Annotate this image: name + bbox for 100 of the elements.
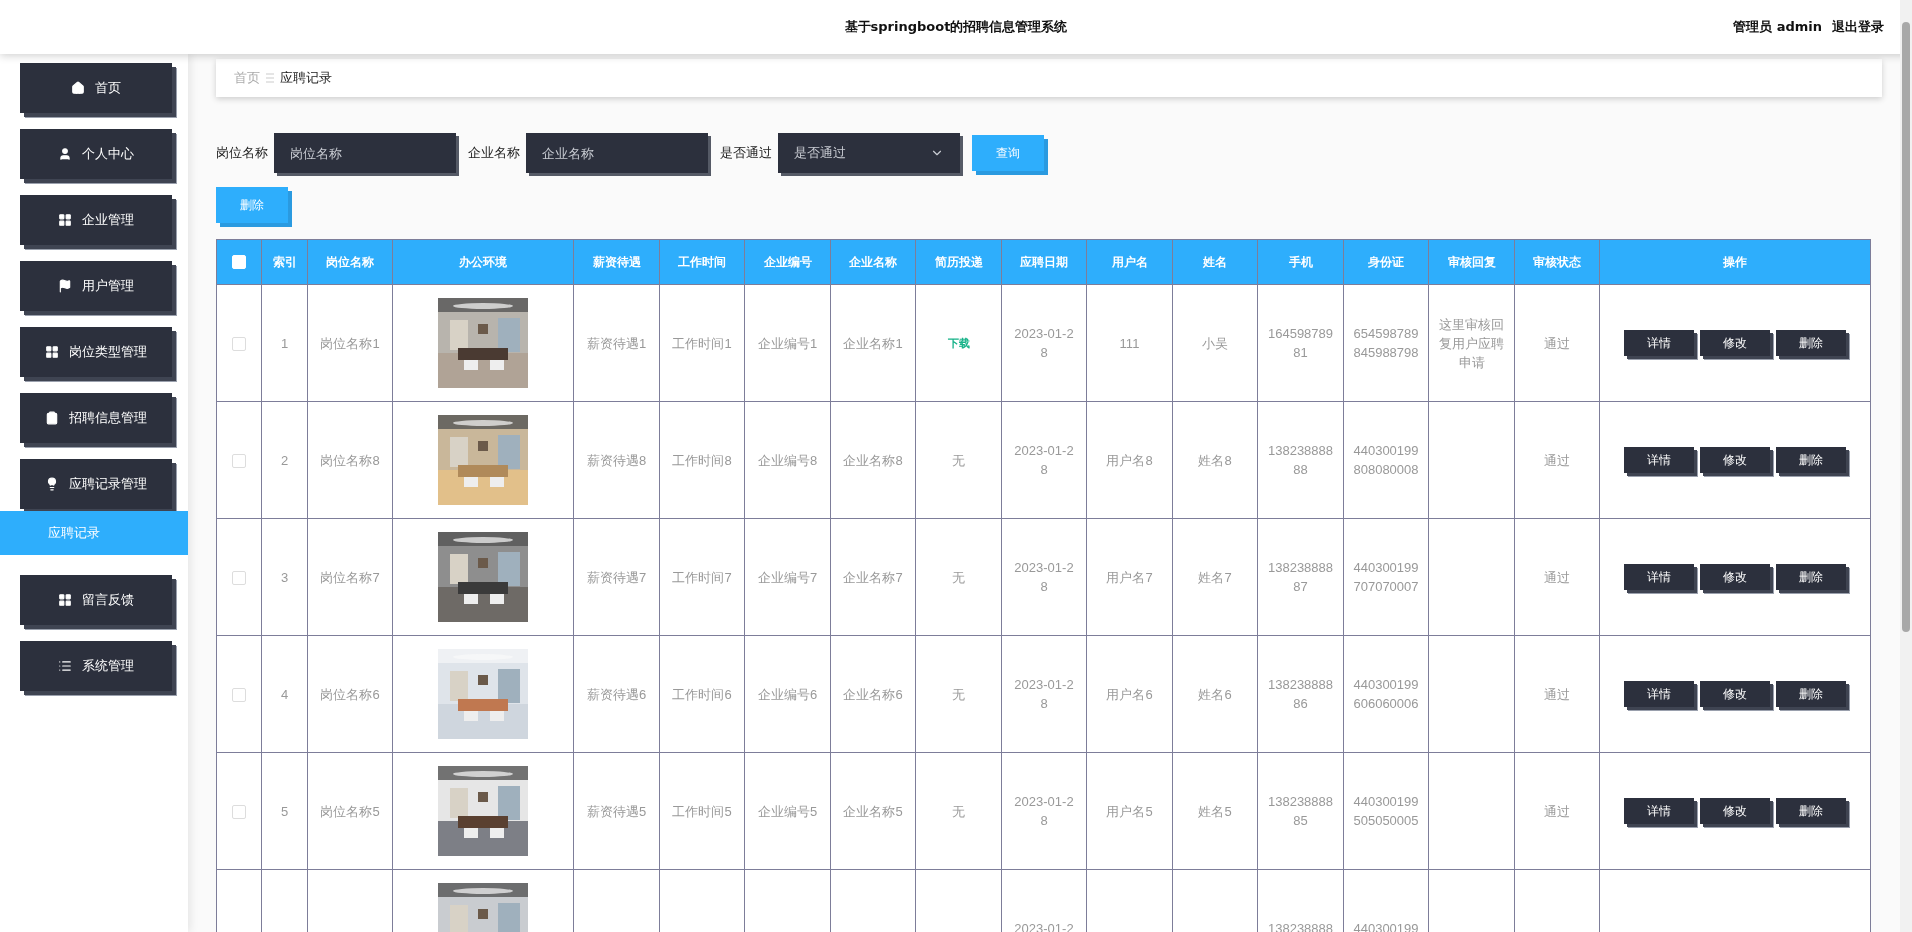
name-cell-text: 姓名5	[1198, 802, 1232, 821]
phone-cell-text: 16459878981	[1267, 325, 1334, 362]
salary-cell-text: 薪资待遇8	[586, 451, 647, 470]
id-card-cell-text: 440300199808080008	[1353, 442, 1419, 479]
name-cell-text: 小吴	[1202, 334, 1228, 353]
grid-icon	[58, 213, 72, 227]
phone-cell-text: 13823888886	[1267, 676, 1334, 713]
app-title: 基于springboot的招聘信息管理系统	[844, 18, 1068, 36]
name-cell-text: 姓名8	[1198, 451, 1232, 470]
company-name-cell-text: 企业名称8	[843, 451, 903, 470]
column-header: 岗位名称	[307, 239, 393, 285]
status-cell-text: 通过	[1544, 334, 1570, 353]
company-number-cell-text: 企业编号7	[757, 568, 818, 587]
flag-icon	[58, 279, 72, 293]
row-checkbox[interactable]	[232, 571, 246, 586]
user-icon	[58, 147, 72, 161]
resume-cell-text: 无	[952, 802, 965, 821]
salary-cell-text: 薪资待遇6	[586, 685, 647, 704]
column-header: 身份证	[1343, 239, 1429, 285]
field-label: 是否通过	[720, 144, 772, 162]
job-cell-text: 岗位名称8	[320, 451, 380, 470]
job-cell-text: 岗位名称5	[320, 802, 380, 821]
grid-icon	[58, 593, 72, 607]
column-header: 工作时间	[659, 239, 745, 285]
column-header: 索引	[261, 239, 308, 285]
name-cell-text: 姓名6	[1198, 685, 1232, 704]
phone-cell-text: 13823888888	[1267, 442, 1334, 479]
index-cell-text: 4	[280, 685, 289, 704]
name-cell-text: 姓名7	[1198, 568, 1232, 587]
company-number-cell-text: 企业编号6	[757, 685, 818, 704]
company-number-cell-text: 企业编号1	[757, 334, 818, 353]
status-cell-text: 通过	[1544, 685, 1570, 704]
date-cell-text: 2023-01-28	[1013, 676, 1075, 713]
date-cell-text: 2023-01-28	[1013, 325, 1075, 362]
date-cell-text: 2023-01-2	[1014, 919, 1074, 932]
column-header: 操作	[1599, 239, 1871, 285]
company-name-cell-text: 企业名称6	[843, 685, 903, 704]
field-label: 企业名称	[468, 144, 520, 162]
column-header: 用户名	[1086, 239, 1173, 285]
column-header: 办公环境	[392, 239, 574, 285]
column-header: 简历投递	[915, 239, 1002, 285]
salary-cell-text: 薪资待遇7	[586, 568, 647, 587]
select-all-checkbox[interactable]	[232, 255, 246, 270]
search-field[interactable]: 企业名称	[526, 133, 708, 173]
row-checkbox[interactable]	[232, 688, 246, 703]
phone-cell-text: 13823888887	[1267, 559, 1334, 596]
phone-cell-text: 13823888885	[1267, 793, 1334, 830]
index-cell-text: 5	[280, 802, 289, 821]
reply-cell-text: 这里审核回复用户应聘申请	[1438, 315, 1505, 372]
home-icon	[71, 81, 85, 95]
job-cell-text: 岗位名称1	[320, 334, 380, 353]
breadcrumb-item: 应聘记录	[280, 69, 332, 87]
work-time-cell-text: 工作时间7	[672, 568, 732, 587]
row-checkbox[interactable]	[232, 337, 246, 352]
separator-icon	[266, 73, 274, 83]
id-card-cell-text: 654598789845988798	[1353, 325, 1419, 362]
search-field[interactable]: 岗位名称	[274, 133, 456, 173]
id-card-cell-text: 440300199	[1353, 919, 1419, 932]
column-header: 应聘日期	[1001, 239, 1087, 285]
id-card-cell-text: 440300199707070007	[1353, 559, 1419, 596]
column-header: 手机	[1257, 239, 1344, 285]
salary-cell-text: 薪资待遇1	[586, 334, 647, 353]
work-time-cell-text: 工作时间6	[672, 685, 732, 704]
username-cell-text: 111	[1119, 334, 1140, 353]
work-time-cell-text: 工作时间1	[672, 334, 732, 353]
date-cell-text: 2023-01-28	[1013, 442, 1075, 479]
username-cell-text: 用户名8	[1106, 451, 1153, 470]
row-checkbox[interactable]	[232, 805, 246, 820]
id-card-cell-text: 440300199606060006	[1353, 676, 1419, 713]
status-dropdown[interactable]: 是否通过	[778, 133, 960, 173]
id-card-cell-text: 440300199505050005	[1353, 793, 1419, 830]
row-checkbox[interactable]	[232, 454, 246, 469]
grid-icon	[45, 345, 59, 359]
job-cell-text: 岗位名称7	[320, 568, 380, 587]
username-cell-text: 用户名6	[1106, 685, 1153, 704]
index-cell-text: 3	[280, 568, 289, 587]
column-header: 审核状态	[1514, 239, 1600, 285]
scrollbar[interactable]	[1900, 0, 1912, 932]
user-label: 管理员 admin	[1733, 18, 1822, 36]
status-cell-text: 通过	[1544, 802, 1570, 821]
logout-link[interactable]: 退出登录	[1832, 18, 1884, 36]
company-name-cell-text: 企业名称5	[843, 802, 903, 821]
salary-cell-text: 薪资待遇5	[586, 802, 647, 821]
work-time-cell-text: 工作时间8	[672, 451, 732, 470]
date-cell-text: 2023-01-28	[1013, 559, 1075, 596]
resume-cell-text: 无	[952, 685, 965, 704]
job-cell-text: 岗位名称6	[320, 685, 380, 704]
phone-cell-text: 138238888	[1267, 919, 1334, 932]
lightbulb-icon	[45, 477, 59, 491]
company-number-cell-text: 企业编号5	[757, 802, 818, 821]
clipboard-icon	[45, 411, 59, 425]
index-cell-text: 2	[280, 451, 289, 470]
company-name-cell-text: 企业名称7	[843, 568, 903, 587]
resume-cell-text: 无	[952, 451, 965, 470]
column-header: 姓名	[1172, 239, 1258, 285]
work-time-cell-text: 工作时间5	[672, 802, 732, 821]
column-header: 薪资待遇	[573, 239, 660, 285]
status-cell-text: 通过	[1544, 568, 1570, 587]
company-name-cell-text: 企业名称1	[843, 334, 903, 353]
list-icon	[58, 659, 72, 673]
